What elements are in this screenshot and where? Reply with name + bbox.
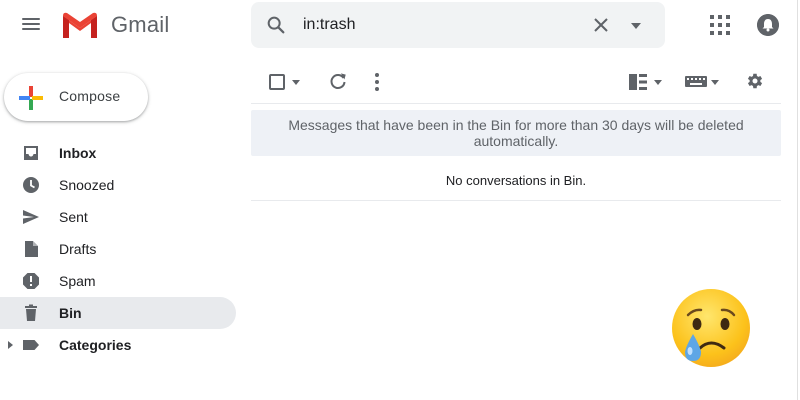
chevron-down-icon[interactable]	[292, 80, 300, 85]
menu-bar	[22, 28, 40, 30]
compose-button[interactable]: Compose	[4, 73, 148, 121]
message-toolbar	[251, 60, 781, 104]
sidebar-item-label: Spam	[59, 273, 96, 289]
sidebar-item-label: Drafts	[59, 241, 97, 257]
sidebar-item-label: Sent	[59, 209, 88, 225]
sidebar-item-inbox[interactable]: Inbox	[0, 137, 236, 169]
compose-label: Compose	[59, 88, 121, 104]
more-vert-icon[interactable]	[373, 72, 381, 92]
sidebar-item-bin[interactable]: Bin	[0, 297, 236, 329]
search-bar[interactable]	[251, 2, 665, 48]
select-all-checkbox[interactable]	[269, 74, 285, 90]
plus-icon	[19, 86, 43, 110]
app-name: Gmail	[111, 12, 170, 37]
chevron-down-icon[interactable]	[629, 22, 643, 30]
gear-icon[interactable]	[745, 71, 765, 91]
app-header: Gmail	[0, 0, 800, 50]
sidebar-item-label: Categories	[59, 337, 132, 353]
split-pane-icon[interactable]	[629, 73, 669, 91]
refresh-icon[interactable]	[328, 72, 348, 92]
bin-icon	[25, 304, 37, 321]
expand-arrow-icon[interactable]	[8, 341, 13, 349]
sidebar-item-categories[interactable]: Categories	[0, 329, 236, 361]
sidebar-item-drafts[interactable]: Drafts	[0, 233, 236, 265]
sidebar-item-snoozed[interactable]: Snoozed	[0, 169, 236, 201]
sidebar-item-label: Bin	[59, 305, 82, 321]
search-input[interactable]	[303, 14, 583, 36]
crying-face-emoji-icon	[672, 289, 750, 367]
inbox-icon	[24, 146, 38, 160]
sidebar-item-spam[interactable]: Spam	[0, 265, 236, 297]
sidebar-item-label: Inbox	[59, 145, 97, 161]
search-icon[interactable]	[265, 14, 287, 36]
list-divider	[251, 200, 781, 201]
gmail-logo-icon[interactable]	[60, 10, 100, 40]
menu-bar	[22, 23, 40, 25]
send-icon	[23, 210, 39, 224]
empty-state-message: No conversations in Bin.	[445, 173, 587, 188]
menu-bar	[22, 18, 40, 20]
bin-retention-notice: Messages that have been in the Bin for m…	[251, 110, 781, 156]
main-menu-button[interactable]	[20, 15, 42, 35]
clock-icon	[23, 177, 39, 193]
sidebar-item-label: Snoozed	[59, 177, 115, 193]
label-icon	[23, 340, 39, 350]
sidebar-item-sent[interactable]: Sent	[0, 201, 236, 233]
close-icon[interactable]	[591, 15, 611, 35]
notification-bell-icon[interactable]	[757, 14, 779, 36]
apps-grid-icon[interactable]	[709, 14, 731, 36]
window-edge	[797, 0, 798, 400]
spam-icon	[23, 273, 39, 289]
draft-icon	[25, 241, 38, 257]
sidebar-nav: Inbox Snoozed Sent Drafts Spam Bin Categ…	[0, 137, 236, 361]
keyboard-icon[interactable]	[685, 73, 725, 91]
